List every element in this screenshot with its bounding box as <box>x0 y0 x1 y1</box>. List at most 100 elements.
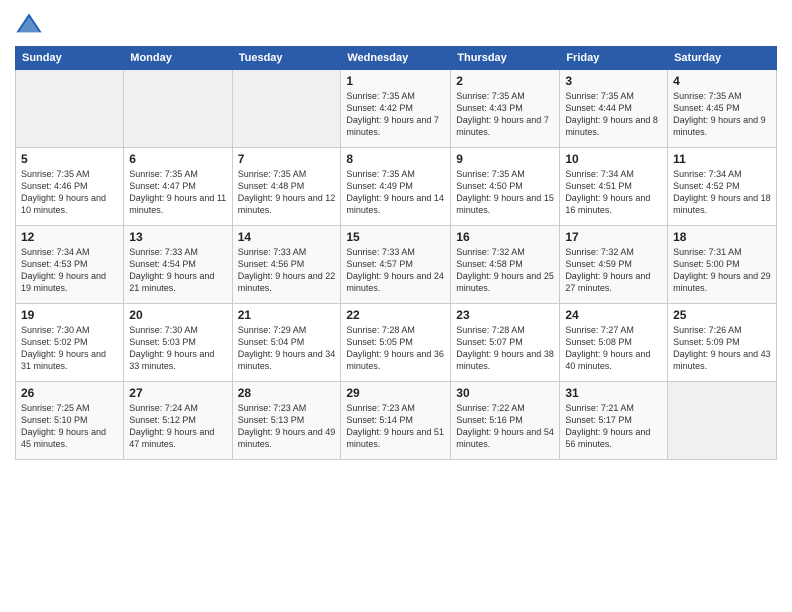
header <box>15 10 777 38</box>
day-info: Sunrise: 7:35 AM Sunset: 4:42 PM Dayligh… <box>346 90 445 139</box>
day-info: Sunrise: 7:21 AM Sunset: 5:17 PM Dayligh… <box>565 402 662 451</box>
day-number: 29 <box>346 386 445 400</box>
day-info: Sunrise: 7:32 AM Sunset: 4:59 PM Dayligh… <box>565 246 662 295</box>
day-number: 19 <box>21 308 118 322</box>
day-info: Sunrise: 7:27 AM Sunset: 5:08 PM Dayligh… <box>565 324 662 373</box>
calendar-body: 1Sunrise: 7:35 AM Sunset: 4:42 PM Daylig… <box>16 70 777 460</box>
calendar-cell: 22 Sunrise: 7:28 AM Sunset: 5:05 PM Dayli… <box>341 304 451 382</box>
day-info: Sunrise: 7:34 AM Sunset: 4:53 PM Dayligh… <box>21 246 118 295</box>
day-info: Sunrise: 7:34 AM Sunset: 4:52 PM Dayligh… <box>673 168 771 217</box>
weekday-header-thursday: Thursday <box>451 47 560 70</box>
calendar-cell: 9 Sunrise: 7:35 AM Sunset: 4:50 PM Daylig… <box>451 148 560 226</box>
day-number: 8 <box>346 152 445 166</box>
day-number: 23 <box>456 308 554 322</box>
day-info: Sunrise: 7:28 AM Sunset: 5:07 PM Dayligh… <box>456 324 554 373</box>
weekday-header-monday: Monday <box>124 47 232 70</box>
day-number: 31 <box>565 386 662 400</box>
day-info: Sunrise: 7:35 AM Sunset: 4:44 PM Dayligh… <box>565 90 662 139</box>
calendar-cell: 7 Sunrise: 7:35 AM Sunset: 4:48 PM Daylig… <box>232 148 341 226</box>
calendar-cell: 27 Sunrise: 7:24 AM Sunset: 5:12 PM Dayli… <box>124 382 232 460</box>
day-number: 14 <box>238 230 336 244</box>
calendar-cell: 19 Sunrise: 7:30 AM Sunset: 5:02 PM Dayli… <box>16 304 124 382</box>
day-info: Sunrise: 7:34 AM Sunset: 4:51 PM Dayligh… <box>565 168 662 217</box>
day-number: 26 <box>21 386 118 400</box>
day-info: Sunrise: 7:31 AM Sunset: 5:00 PM Dayligh… <box>673 246 771 295</box>
day-info: Sunrise: 7:24 AM Sunset: 5:12 PM Dayligh… <box>129 402 226 451</box>
calendar-cell: 28Sunrise: 7:23 AM Sunset: 5:13 PM Dayli… <box>232 382 341 460</box>
calendar-cell: 12 Sunrise: 7:34 AM Sunset: 4:53 PM Dayli… <box>16 226 124 304</box>
day-info: Sunrise: 7:35 AM Sunset: 4:47 PM Dayligh… <box>129 168 226 217</box>
weekday-header-sunday: Sunday <box>16 47 124 70</box>
calendar-cell: 21 Sunrise: 7:29 AM Sunset: 5:04 PM Dayli… <box>232 304 341 382</box>
day-number: 11 <box>673 152 771 166</box>
day-info: Sunrise: 7:35 AM Sunset: 4:48 PM Dayligh… <box>238 168 336 217</box>
day-info: Sunrise: 7:33 AM Sunset: 4:54 PM Dayligh… <box>129 246 226 295</box>
calendar-cell: 24 Sunrise: 7:27 AM Sunset: 5:08 PM Dayli… <box>560 304 668 382</box>
calendar-cell: 30 Sunrise: 7:22 AM Sunset: 5:16 PM Dayli… <box>451 382 560 460</box>
calendar-cell: 17Sunrise: 7:32 AM Sunset: 4:59 PM Dayli… <box>560 226 668 304</box>
weekday-header-wednesday: Wednesday <box>341 47 451 70</box>
day-number: 24 <box>565 308 662 322</box>
calendar-cell: 16Sunrise: 7:32 AM Sunset: 4:58 PM Dayli… <box>451 226 560 304</box>
calendar-cell: 25Sunrise: 7:26 AM Sunset: 5:09 PM Dayli… <box>668 304 777 382</box>
calendar-cell: 3 Sunrise: 7:35 AM Sunset: 4:44 PM Daylig… <box>560 70 668 148</box>
week-row-3: 12 Sunrise: 7:34 AM Sunset: 4:53 PM Dayli… <box>16 226 777 304</box>
week-row-1: 1Sunrise: 7:35 AM Sunset: 4:42 PM Daylig… <box>16 70 777 148</box>
day-info: Sunrise: 7:25 AM Sunset: 5:10 PM Dayligh… <box>21 402 118 451</box>
calendar-cell: 11 Sunrise: 7:34 AM Sunset: 4:52 PM Dayli… <box>668 148 777 226</box>
day-number: 21 <box>238 308 336 322</box>
day-number: 15 <box>346 230 445 244</box>
day-number: 30 <box>456 386 554 400</box>
weekday-row: SundayMondayTuesdayWednesdayThursdayFrid… <box>16 47 777 70</box>
calendar-cell: 26 Sunrise: 7:25 AM Sunset: 5:10 PM Dayli… <box>16 382 124 460</box>
day-number: 20 <box>129 308 226 322</box>
day-number: 22 <box>346 308 445 322</box>
weekday-header-friday: Friday <box>560 47 668 70</box>
calendar-cell: 18Sunrise: 7:31 AM Sunset: 5:00 PM Dayli… <box>668 226 777 304</box>
calendar-cell <box>668 382 777 460</box>
day-number: 25 <box>673 308 771 322</box>
day-number: 13 <box>129 230 226 244</box>
calendar-cell <box>232 70 341 148</box>
day-info: Sunrise: 7:35 AM Sunset: 4:43 PM Dayligh… <box>456 90 554 139</box>
calendar-table: SundayMondayTuesdayWednesdayThursdayFrid… <box>15 46 777 460</box>
day-number: 5 <box>21 152 118 166</box>
day-info: Sunrise: 7:35 AM Sunset: 4:45 PM Dayligh… <box>673 90 771 139</box>
day-number: 3 <box>565 74 662 88</box>
logo <box>15 10 47 38</box>
calendar-cell: 31 Sunrise: 7:21 AM Sunset: 5:17 PM Dayli… <box>560 382 668 460</box>
page-container: SundayMondayTuesdayWednesdayThursdayFrid… <box>0 0 792 465</box>
day-number: 9 <box>456 152 554 166</box>
day-info: Sunrise: 7:32 AM Sunset: 4:58 PM Dayligh… <box>456 246 554 295</box>
calendar-cell: 6 Sunrise: 7:35 AM Sunset: 4:47 PM Daylig… <box>124 148 232 226</box>
calendar-cell: 2Sunrise: 7:35 AM Sunset: 4:43 PM Daylig… <box>451 70 560 148</box>
weekday-header-tuesday: Tuesday <box>232 47 341 70</box>
day-info: Sunrise: 7:28 AM Sunset: 5:05 PM Dayligh… <box>346 324 445 373</box>
calendar-cell: 5 Sunrise: 7:35 AM Sunset: 4:46 PM Daylig… <box>16 148 124 226</box>
day-info: Sunrise: 7:30 AM Sunset: 5:02 PM Dayligh… <box>21 324 118 373</box>
day-number: 7 <box>238 152 336 166</box>
calendar-cell: 10Sunrise: 7:34 AM Sunset: 4:51 PM Dayli… <box>560 148 668 226</box>
calendar-cell: 29Sunrise: 7:23 AM Sunset: 5:14 PM Dayli… <box>341 382 451 460</box>
week-row-2: 5 Sunrise: 7:35 AM Sunset: 4:46 PM Daylig… <box>16 148 777 226</box>
day-info: Sunrise: 7:35 AM Sunset: 4:50 PM Dayligh… <box>456 168 554 217</box>
day-number: 12 <box>21 230 118 244</box>
day-number: 4 <box>673 74 771 88</box>
calendar-cell <box>16 70 124 148</box>
calendar-cell: 4 Sunrise: 7:35 AM Sunset: 4:45 PM Daylig… <box>668 70 777 148</box>
day-info: Sunrise: 7:22 AM Sunset: 5:16 PM Dayligh… <box>456 402 554 451</box>
day-info: Sunrise: 7:35 AM Sunset: 4:46 PM Dayligh… <box>21 168 118 217</box>
day-info: Sunrise: 7:29 AM Sunset: 5:04 PM Dayligh… <box>238 324 336 373</box>
calendar-cell: 20 Sunrise: 7:30 AM Sunset: 5:03 PM Dayli… <box>124 304 232 382</box>
day-number: 27 <box>129 386 226 400</box>
calendar-cell: 15 Sunrise: 7:33 AM Sunset: 4:57 PM Dayli… <box>341 226 451 304</box>
calendar-cell: 13 Sunrise: 7:33 AM Sunset: 4:54 PM Dayli… <box>124 226 232 304</box>
logo-icon <box>15 10 43 38</box>
day-info: Sunrise: 7:30 AM Sunset: 5:03 PM Dayligh… <box>129 324 226 373</box>
day-info: Sunrise: 7:35 AM Sunset: 4:49 PM Dayligh… <box>346 168 445 217</box>
calendar-cell <box>124 70 232 148</box>
day-number: 6 <box>129 152 226 166</box>
weekday-header-saturday: Saturday <box>668 47 777 70</box>
week-row-5: 26 Sunrise: 7:25 AM Sunset: 5:10 PM Dayli… <box>16 382 777 460</box>
day-info: Sunrise: 7:33 AM Sunset: 4:57 PM Dayligh… <box>346 246 445 295</box>
